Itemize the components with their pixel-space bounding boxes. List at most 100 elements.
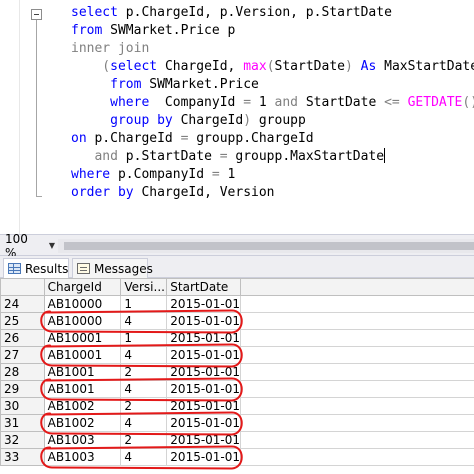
code-token: where (71, 95, 165, 110)
code-token: from (71, 23, 111, 38)
code-token: on (71, 131, 95, 146)
code-token: ) (344, 59, 361, 74)
zoom-dropdown[interactable]: 100 % ▼ (3, 232, 55, 260)
empty-cell (240, 414, 474, 432)
cell-version[interactable]: 1 (120, 295, 168, 313)
cell-startdate[interactable]: 2015-01-01 (166, 346, 242, 364)
code-token: ChargeId, Version (141, 185, 275, 200)
row-number[interactable]: 24 (0, 295, 45, 313)
cell-chargeid[interactable]: AB10001 (43, 329, 122, 347)
cell-version[interactable]: 4 (120, 448, 168, 466)
cell-version[interactable]: 2 (120, 431, 168, 449)
empty-cell (240, 448, 474, 466)
result-tabs: Results Messages (0, 256, 474, 278)
cell-chargeid[interactable]: AB1002 (43, 397, 122, 415)
code-token: = (243, 95, 259, 110)
table-row[interactable]: 29 AB1001 4 2015-01-01 (0, 380, 474, 398)
tab-messages-label: Messages (94, 261, 153, 276)
code-token: <= (384, 95, 408, 110)
code-token: StartDate (305, 95, 385, 110)
cell-version[interactable]: 2 (120, 363, 168, 381)
row-number[interactable]: 28 (0, 363, 45, 381)
query-editor[interactable]: select p.ChargeId, p.Version, p.StartDat… (0, 0, 474, 234)
code-token: from (71, 77, 150, 92)
horizontal-scrollbar[interactable] (58, 239, 474, 253)
code-line: select p.ChargeId, p.Version, p.StartDat… (71, 4, 474, 22)
cell-version[interactable]: 1 (120, 329, 168, 347)
cell-startdate[interactable]: 2015-01-01 (166, 312, 242, 330)
empty-cell (240, 329, 474, 347)
code-token: select (71, 5, 126, 20)
code-token: ChargeId (180, 113, 244, 128)
code-line: where CompanyId = 1 and StartDate <= GET… (71, 94, 474, 112)
sql-code[interactable]: select p.ChargeId, p.Version, p.StartDat… (71, 4, 474, 202)
row-number[interactable]: 33 (0, 448, 45, 466)
cell-chargeid[interactable]: AB1001 (43, 380, 122, 398)
row-number[interactable]: 25 (0, 312, 45, 330)
row-number[interactable]: 31 (0, 414, 45, 432)
cell-startdate[interactable]: 2015-01-01 (166, 329, 242, 347)
row-number[interactable]: 26 (0, 329, 45, 347)
code-token: ChargeId, (164, 59, 244, 74)
table-row[interactable]: 27 AB10001 4 2015-01-01 (0, 346, 474, 364)
code-line: where p.CompanyId = 1 (71, 166, 474, 184)
code-token: () (462, 95, 474, 110)
cell-chargeid[interactable]: AB1003 (43, 431, 122, 449)
table-row[interactable]: 25 AB10000 4 2015-01-01 (0, 312, 474, 330)
row-number[interactable]: 29 (0, 380, 45, 398)
column-header-startdate[interactable]: StartDate (166, 278, 242, 296)
row-number[interactable]: 27 (0, 346, 45, 364)
cell-startdate[interactable]: 2015-01-01 (166, 431, 242, 449)
code-token: ( (266, 59, 275, 74)
cell-chargeid[interactable]: AB1003 (43, 448, 122, 466)
cell-version[interactable]: 4 (120, 312, 168, 330)
results-table: ChargeId Versi... StartDate 24 AB10000 1 20… (0, 278, 474, 466)
code-line: order by ChargeId, Version (71, 184, 474, 202)
column-header-chargeid[interactable]: ChargeId (43, 278, 122, 296)
column-header-version[interactable]: Versi... (120, 278, 168, 296)
cell-startdate[interactable]: 2015-01-01 (166, 414, 242, 432)
code-token: GETDATE (407, 95, 463, 110)
code-token: CompanyId (164, 95, 244, 110)
scrollbar-thumb[interactable] (64, 242, 474, 250)
table-row[interactable]: 32 AB1003 2 2015-01-01 (0, 431, 474, 449)
table-row[interactable]: 33 AB1003 4 2015-01-01 (0, 448, 474, 466)
table-row[interactable]: 30 AB1002 2 2015-01-01 (0, 397, 474, 415)
code-token: = (180, 131, 197, 146)
cell-chargeid[interactable]: AB10000 (43, 312, 122, 330)
cell-version[interactable]: 4 (120, 346, 168, 364)
row-number[interactable]: 30 (0, 397, 45, 415)
row-number[interactable]: 32 (0, 431, 45, 449)
table-row[interactable]: 28 AB1001 2 2015-01-01 (0, 363, 474, 381)
cell-chargeid[interactable]: AB10001 (43, 346, 122, 364)
grid-icon (8, 263, 21, 274)
code-token: p.StartDate (125, 149, 220, 164)
cell-chargeid[interactable]: AB1002 (43, 414, 122, 432)
empty-cell (240, 312, 474, 330)
cell-startdate[interactable]: 2015-01-01 (166, 397, 242, 415)
code-token: groupp (258, 113, 306, 128)
code-token: As (360, 59, 385, 74)
cell-chargeid[interactable]: AB1001 (43, 363, 122, 381)
cell-startdate[interactable]: 2015-01-01 (166, 448, 242, 466)
tab-messages[interactable]: Messages (72, 258, 153, 278)
results-grid[interactable]: ChargeId Versi... StartDate 24 AB10000 1 20… (0, 278, 474, 474)
cell-startdate[interactable]: 2015-01-01 (166, 295, 242, 313)
cell-chargeid[interactable]: AB10000 (43, 295, 122, 313)
code-token: = (211, 167, 228, 182)
table-row[interactable]: 31 AB1002 4 2015-01-01 (0, 414, 474, 432)
empty-cell (240, 295, 474, 313)
table-row[interactable]: 24 AB10000 1 2015-01-01 (0, 295, 474, 313)
collapse-region-icon[interactable] (31, 9, 42, 20)
cell-version[interactable]: 4 (120, 380, 168, 398)
table-row[interactable]: 26 AB10001 1 2015-01-01 (0, 329, 474, 347)
cell-version[interactable]: 2 (120, 397, 168, 415)
code-token: and (71, 149, 126, 164)
code-token: group by (71, 113, 181, 128)
cell-startdate[interactable]: 2015-01-01 (166, 380, 242, 398)
cell-version[interactable]: 4 (120, 414, 168, 432)
tab-results[interactable]: Results (3, 258, 69, 278)
cell-startdate[interactable]: 2015-01-01 (166, 363, 242, 381)
code-token: groupp.ChargeId (196, 131, 314, 146)
row-number-header[interactable] (0, 278, 45, 296)
